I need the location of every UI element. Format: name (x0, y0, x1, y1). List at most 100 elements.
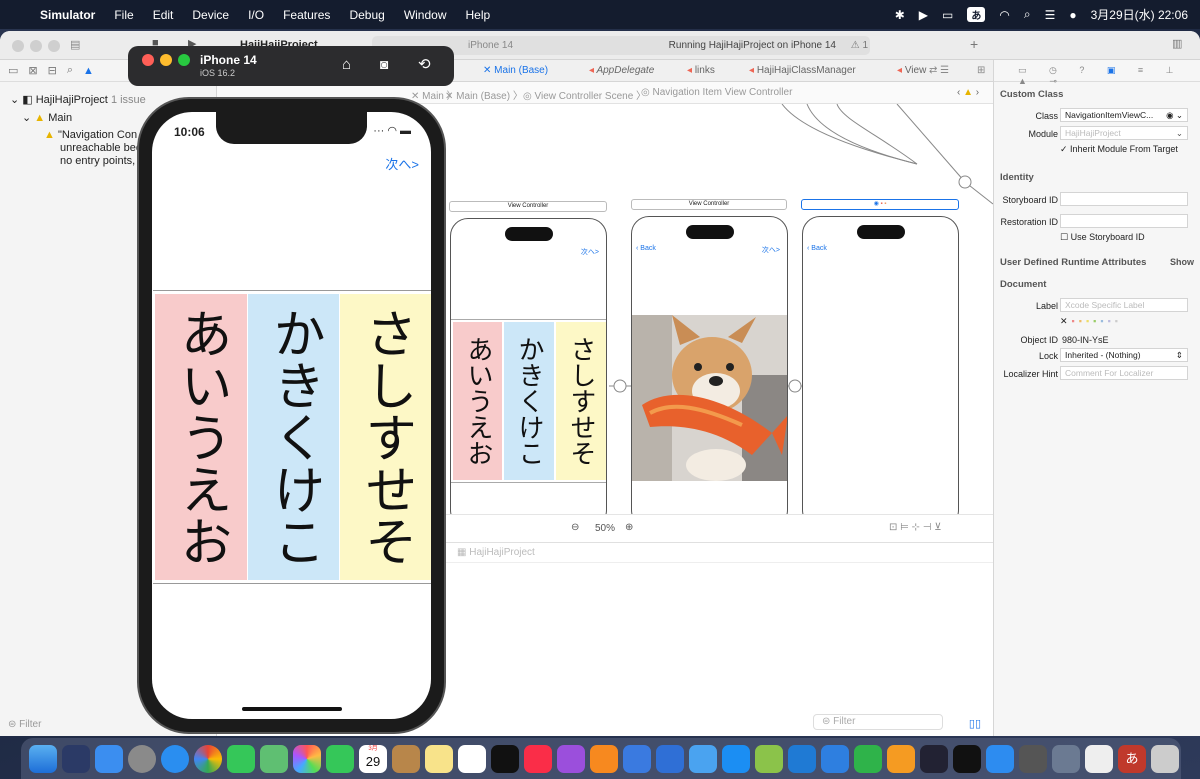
maps-icon[interactable] (260, 744, 288, 773)
debug-layout-icon[interactable]: ▯▯ (969, 717, 981, 730)
vscode-icon[interactable] (788, 744, 816, 773)
scene2-phone[interactable]: ‹ Back 次へ> (631, 216, 788, 514)
simulator-icon[interactable] (656, 744, 684, 773)
scene1-title[interactable]: View Controller (449, 201, 607, 212)
zoom-window-button[interactable] (48, 40, 60, 52)
label-field[interactable]: Xcode Specific Label (1060, 298, 1188, 312)
sim-close-button[interactable] (142, 54, 154, 66)
navigator-filter-input[interactable]: ⊜ Filter (8, 719, 41, 730)
kotoeri-icon[interactable]: あ (1118, 744, 1146, 773)
add-tab-icon[interactable]: + (970, 36, 978, 52)
menu-help[interactable]: Help (466, 8, 491, 22)
storyboard-id-field[interactable] (1060, 192, 1188, 206)
scene2-back-button[interactable]: ‹ Back (636, 245, 656, 252)
warning-count[interactable]: ⚠ 1 (851, 40, 868, 51)
edit-app-icon[interactable] (755, 744, 783, 773)
menu-io[interactable]: I/O (248, 8, 264, 22)
screenshot-icon[interactable]: ◙ (380, 56, 388, 72)
battery-icon[interactable]: ▭ (942, 8, 953, 22)
issue-nav-arrows-icon[interactable]: ‹ ▲ › (957, 87, 979, 98)
system-settings-icon[interactable] (128, 744, 156, 773)
find-icon[interactable]: ⌕ (67, 64, 73, 77)
tab-hajihaji-class-manager[interactable]: ◂ HajiHajiClassManager (749, 65, 856, 76)
inspector-tab-icons[interactable]: ▭ ◷ ? ▣ ≡ ⊥ ▲ ⊸ (1018, 65, 1200, 87)
spotlight-search-icon[interactable]: ⌕ (1024, 7, 1031, 22)
bluetooth-icon[interactable]: ✱ (895, 8, 905, 22)
home-icon[interactable]: ⌂ (342, 56, 351, 73)
menu-window[interactable]: Window (404, 8, 447, 22)
preview-icon[interactable] (1052, 744, 1080, 773)
menu-features[interactable]: Features (283, 8, 330, 22)
tab-appdelegate[interactable]: ◂ AppDelegate (589, 65, 654, 76)
control-center-icon[interactable]: ☰ (1045, 8, 1056, 22)
inherit-module-checkbox[interactable]: ✓ Inherit Module From Target (1060, 144, 1178, 155)
next-button[interactable]: 次へ> (385, 154, 419, 173)
menu-debug[interactable]: Debug (349, 8, 384, 22)
issue-row[interactable]: ▲ "Navigation Con (44, 129, 137, 141)
tab-main-base[interactable]: ✕ Main (Base) (483, 65, 548, 76)
wifi-icon[interactable]: ◠ (999, 8, 1009, 22)
layout-tools-icon[interactable]: ⊡ ⊨ ⊹ ⊣ ⊻ (889, 522, 942, 533)
podcasts-icon[interactable] (557, 744, 585, 773)
menu-edit[interactable]: Edit (153, 8, 174, 22)
play-icon[interactable]: ▶ (919, 8, 928, 22)
phone-screen[interactable]: 10:06 ··· ◠ ▬ 次へ> あいうえお かきくけこ さしすせそ (152, 112, 431, 719)
class-field[interactable]: NavigationItemViewC... ◉ ⌄ (1060, 108, 1188, 122)
hierarchy-icon[interactable]: ⊟ (48, 64, 57, 77)
zoom-in-icon[interactable]: ⊕ (625, 522, 633, 533)
jumpbar-scene[interactable]: ◎ View Controller Scene 〉 (523, 87, 646, 102)
scene3-phone[interactable]: ‹ Back (802, 216, 959, 514)
keynote-icon[interactable] (821, 744, 849, 773)
localizer-hint-field[interactable]: Comment For Localizer (1060, 366, 1188, 380)
folder-icon[interactable]: ▭ (8, 64, 18, 77)
numbers-icon[interactable] (854, 744, 882, 773)
apple-tv-icon[interactable] (491, 744, 519, 773)
issue-icon[interactable]: ▲ (83, 65, 94, 77)
scene3-title[interactable]: ◉ ▪ ▪ (801, 199, 959, 210)
label-color-swatches[interactable]: ✕▪▪▪▪▪▪▪ (1060, 316, 1122, 327)
close-window-button[interactable] (12, 40, 24, 52)
finder-icon[interactable] (29, 744, 57, 773)
safari-icon[interactable] (161, 744, 189, 773)
chrome-icon[interactable] (194, 744, 222, 773)
inspector-toggle-icon[interactable]: ▥ (1172, 37, 1182, 50)
menu-device[interactable]: Device (192, 8, 229, 22)
zoom-out-icon[interactable]: ⊖ (571, 522, 579, 533)
calculator-icon[interactable] (1019, 744, 1047, 773)
scene3-back-button[interactable]: ‹ Back (807, 245, 827, 252)
lock-select[interactable]: Inherited - (Nothing) ⇕ (1060, 348, 1188, 362)
minimize-window-button[interactable] (30, 40, 42, 52)
app-store-icon[interactable] (722, 744, 750, 773)
siri-icon[interactable]: ● (1069, 8, 1076, 22)
sidebar-toggle-icon[interactable]: ▤ (70, 38, 80, 51)
menu-app-name[interactable]: Simulator (40, 8, 95, 22)
contacts-icon[interactable] (392, 744, 420, 773)
jumpbar-main-base[interactable]: ✕ Main (Base) 〉 (445, 87, 523, 102)
restoration-id-field[interactable] (1060, 214, 1188, 228)
reminders-icon[interactable] (458, 744, 486, 773)
jumpbar-nav-item[interactable]: ◎ Navigation Item View Controller (641, 87, 792, 98)
scene1-next-button[interactable]: 次へ> (581, 247, 599, 257)
scene2-next-button[interactable]: 次へ> (762, 245, 780, 255)
tab-view[interactable]: ◂ View (897, 65, 926, 76)
scene1-phone[interactable]: 次へ> あいうえお かきくけこ さしすせそ (450, 218, 607, 514)
show-runtime-attributes-button[interactable]: Show (1170, 257, 1194, 267)
menu-clock[interactable]: 3月29日(水) 22:06 (1091, 6, 1188, 23)
sim-zoom-button[interactable] (178, 54, 190, 66)
home-indicator[interactable] (242, 707, 342, 711)
music-icon[interactable] (524, 744, 552, 773)
sim-minimize-button[interactable] (160, 54, 172, 66)
books-icon[interactable] (590, 744, 618, 773)
mail-icon[interactable] (95, 744, 123, 773)
pages-icon[interactable] (887, 744, 915, 773)
trash-icon[interactable] (1151, 744, 1179, 773)
add-editor-icon[interactable]: ⊞ (977, 65, 985, 76)
input-method-icon[interactable]: あ (967, 7, 986, 22)
source-control-icon[interactable]: ⊠ (28, 64, 37, 77)
project-tree-row[interactable]: ⌄ ◧ HajiHajiProject 1 issue (10, 93, 146, 106)
github-desktop-icon[interactable] (920, 744, 948, 773)
rotate-icon[interactable]: ⟲ (418, 55, 431, 73)
group-row-main[interactable]: ⌄ ▲ Main (22, 111, 72, 124)
tab-links[interactable]: ◂ links (687, 65, 715, 76)
launchpad-icon[interactable] (62, 744, 90, 773)
